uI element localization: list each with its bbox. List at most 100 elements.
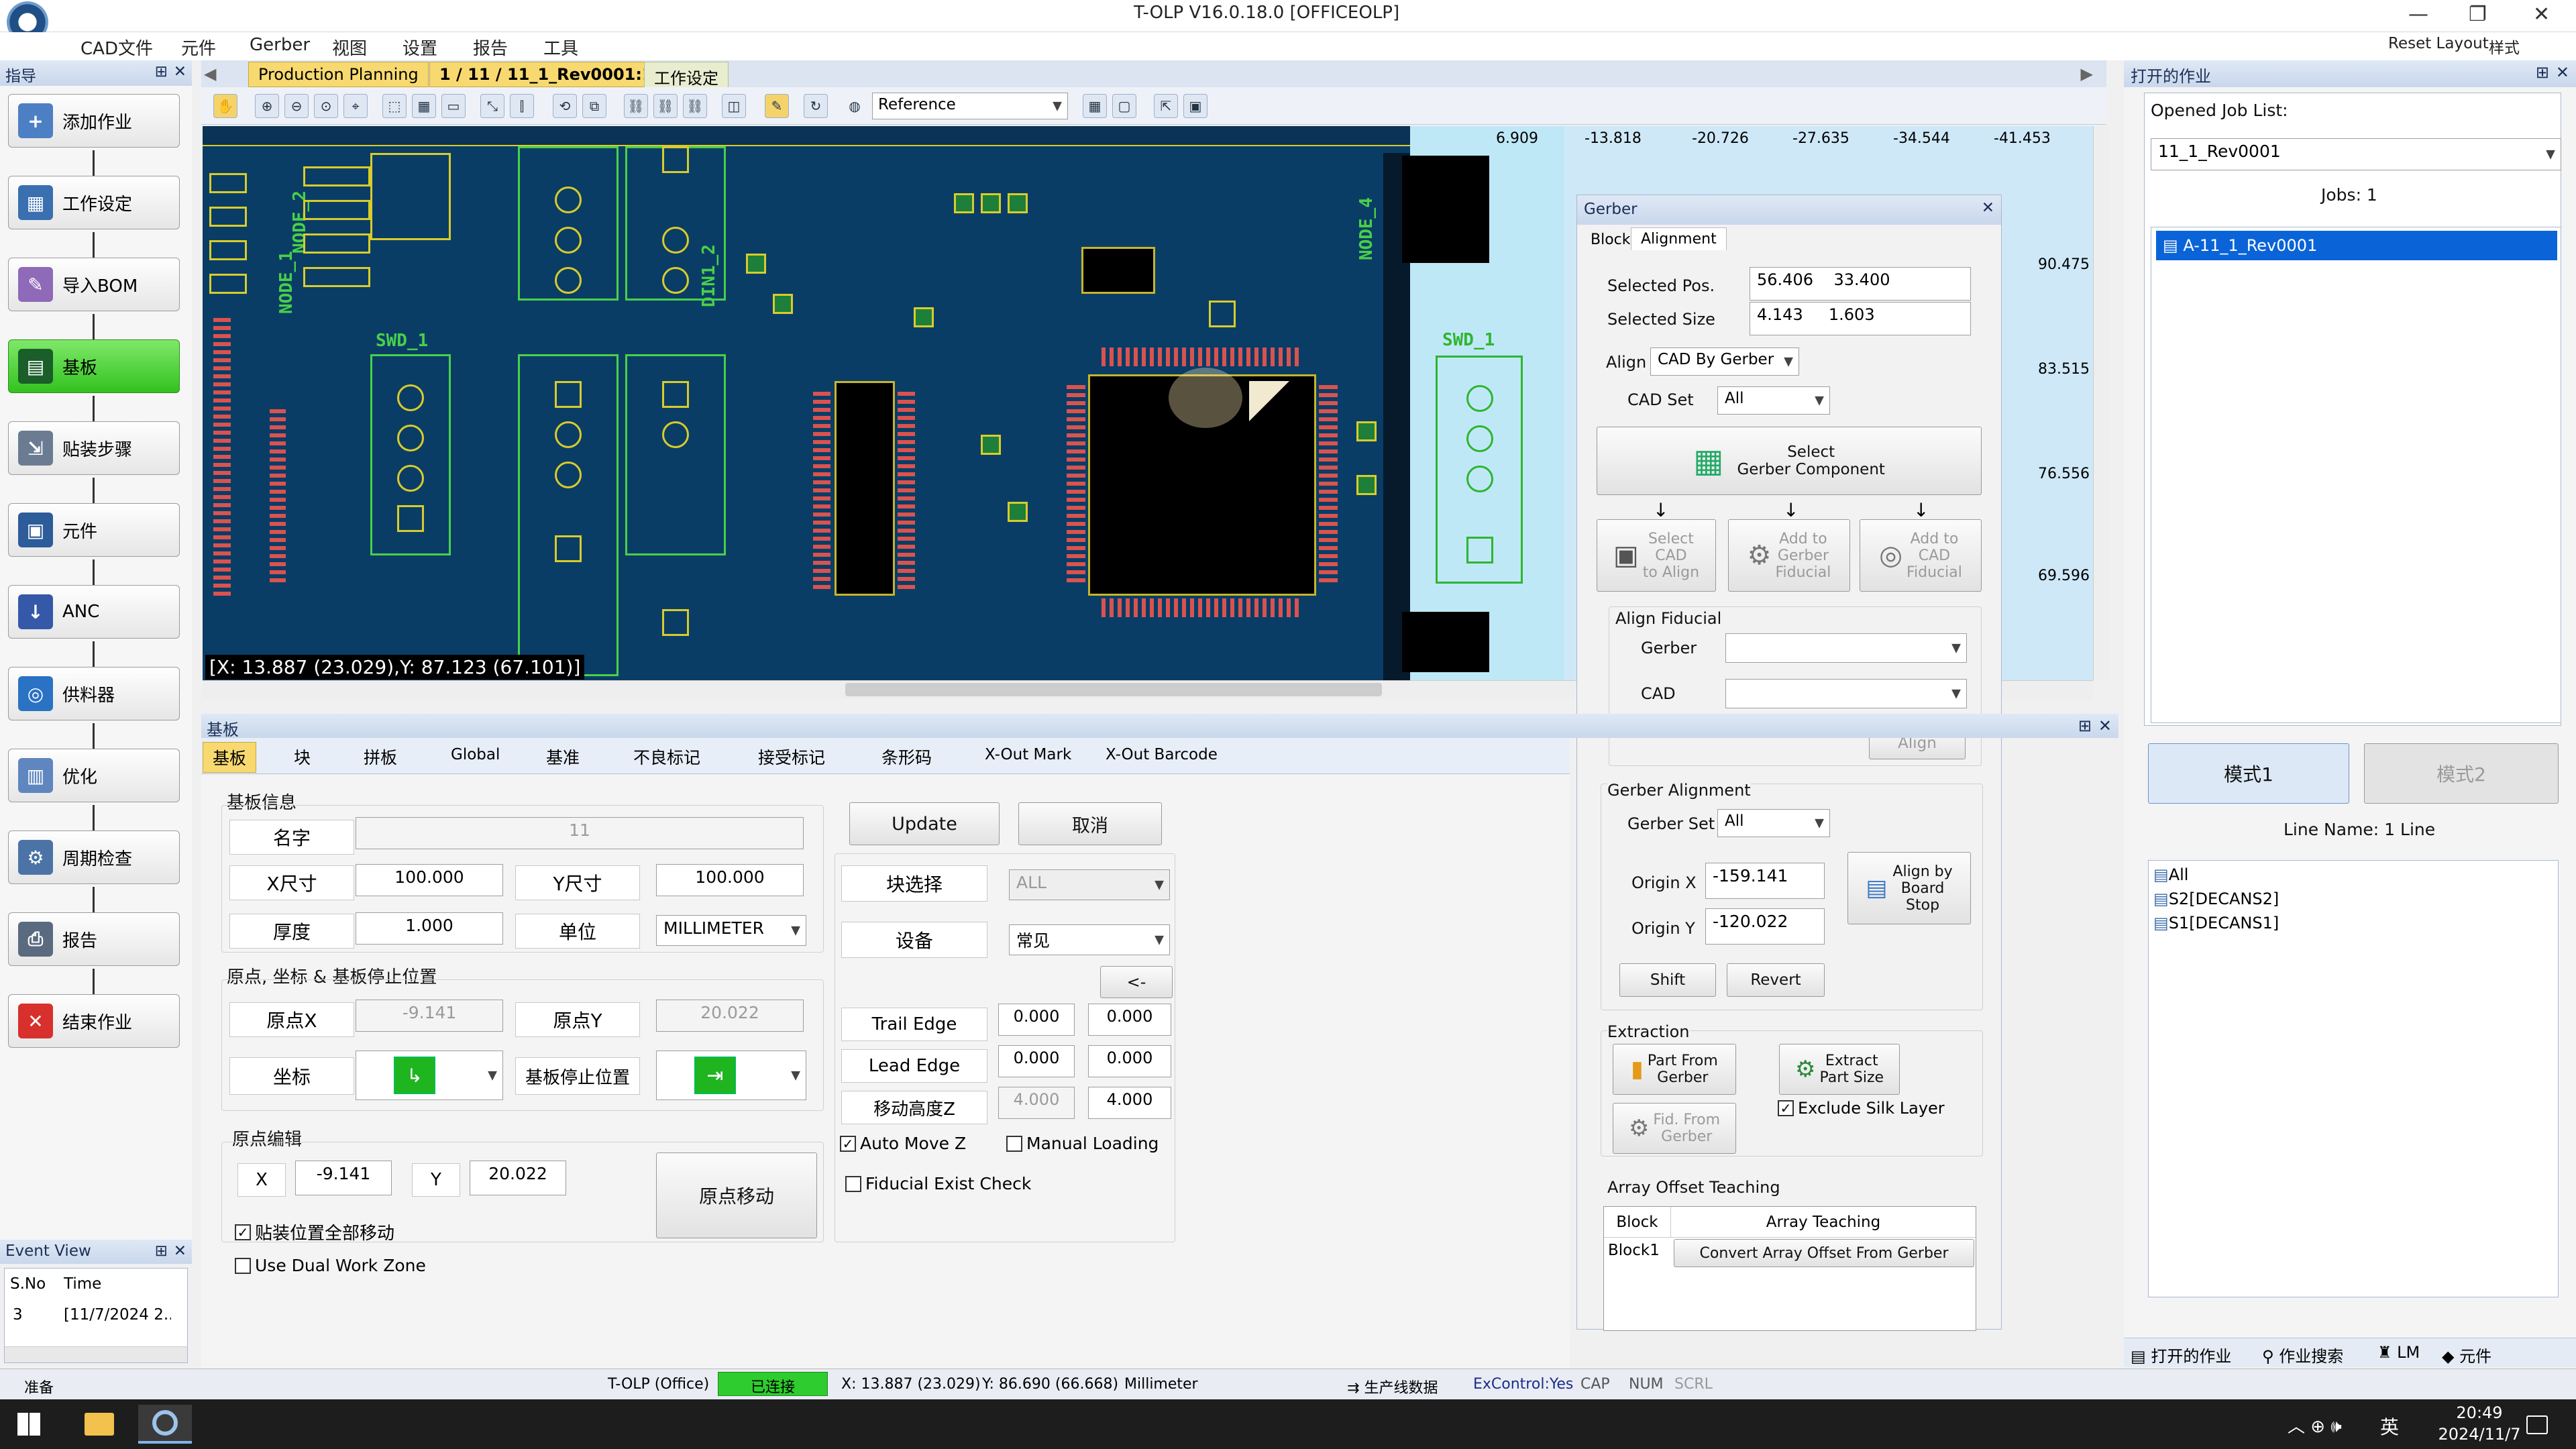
tree-item-s1[interactable]: ▤S1[DECANS1] <box>2153 914 2279 932</box>
lead-edge-input-2[interactable]: 0.000 <box>1088 1045 1171 1077</box>
menu-component[interactable]: 元件 <box>181 35 216 60</box>
windows-start-icon[interactable] <box>17 1413 40 1436</box>
step-anc[interactable]: ↓ ANC <box>8 585 180 639</box>
tree-item-all[interactable]: ▤All <box>2153 865 2188 884</box>
globe-icon[interactable]: ◍ <box>843 94 867 118</box>
close-icon[interactable]: ✕ <box>2098 716 2112 735</box>
cad-set-select[interactable]: All ▼ <box>1717 386 1830 415</box>
stop-position-select[interactable]: ⇥ ▼ <box>656 1051 806 1100</box>
manual-loading-checkbox[interactable]: Manual Loading <box>1006 1134 1159 1153</box>
cancel-button[interactable]: 取消 <box>1018 802 1162 845</box>
tab-production-planning[interactable]: Production Planning <box>248 62 429 87</box>
trail-edge-input-2[interactable]: 0.000 <box>1088 1004 1171 1036</box>
tab-fiducial[interactable]: 基准 <box>537 742 589 771</box>
menu-report[interactable]: 报告 <box>473 35 508 60</box>
step-optimize[interactable]: ▥ 优化 <box>8 749 180 802</box>
mode1-button[interactable]: 模式1 <box>2148 743 2349 804</box>
reference-select[interactable]: Reference ▼ <box>872 93 1068 119</box>
origin-move-button[interactable]: 原点移动 <box>656 1152 817 1238</box>
reset-layout-link[interactable]: Reset Layout <box>2388 35 2489 52</box>
move-height-input-2[interactable]: 4.000 <box>1088 1087 1171 1119</box>
app-taskbar-icon[interactable] <box>138 1405 192 1444</box>
export-icon[interactable]: ⇱ <box>1154 94 1178 118</box>
move-all-mounts-checkbox[interactable]: ✓ 贴装位置全部移动 <box>235 1220 394 1244</box>
step-job-setup[interactable]: ▦ 工作设定 <box>8 176 180 229</box>
tray-icons[interactable]: ︿ ⊕ 🕪 <box>2288 1413 2342 1438</box>
trail-edge-input-1[interactable]: 0.000 <box>998 1004 1075 1036</box>
menu-gerber[interactable]: Gerber <box>250 35 310 55</box>
hand-tool-icon[interactable]: ✋ <box>213 94 237 118</box>
rotate-icon[interactable]: ⟲ <box>553 94 577 118</box>
refresh-icon[interactable]: ↻ <box>804 94 828 118</box>
pen-icon[interactable]: ✎ <box>765 94 789 118</box>
frame-icon[interactable]: ▢ <box>1112 94 1136 118</box>
step-board[interactable]: ▤ 基板 <box>8 339 180 393</box>
chain-icon[interactable]: ⛓ <box>683 94 707 118</box>
select-cad-to-align-button[interactable]: ▣ Select CAD to Align <box>1597 519 1716 592</box>
unlink-icon[interactable]: ⛓ <box>653 94 678 118</box>
close-icon[interactable]: ✕ <box>174 1242 186 1260</box>
tab-scroll-left-icon[interactable]: ◀ <box>204 64 216 83</box>
vertical-scrollbar[interactable] <box>2093 126 2109 680</box>
step-add-job[interactable]: + 添加作业 <box>8 94 180 148</box>
fid-from-gerber-button[interactable]: ⚙ Fid. From Gerber <box>1613 1103 1736 1154</box>
lead-edge-input-1[interactable]: 0.000 <box>998 1045 1075 1077</box>
close-icon[interactable]: ✕ <box>174 63 186 80</box>
close-icon[interactable]: ✕ <box>1982 199 1994 217</box>
name-field[interactable]: 11 <box>356 817 804 849</box>
move-height-input-1[interactable]: 4.000 <box>998 1087 1075 1119</box>
part-from-gerber-button[interactable]: ▮ Part From Gerber <box>1613 1044 1736 1095</box>
notification-icon[interactable] <box>2526 1415 2548 1434</box>
tab-board[interactable]: 基板 <box>203 742 257 773</box>
zoom-out-icon[interactable]: ⊖ <box>284 94 309 118</box>
tab-alignment[interactable]: Alignment <box>1631 227 1727 250</box>
select-gerber-component-button[interactable]: ▦ Select Gerber Component <box>1597 427 1982 495</box>
step-feeder[interactable]: ◎ 供料器 <box>8 667 180 720</box>
pin-icon[interactable]: ⊞ <box>2536 63 2549 82</box>
pin-icon[interactable]: ⊞ <box>2078 716 2092 735</box>
measure-icon[interactable]: ⤡ <box>480 94 504 118</box>
step-cycle-check[interactable]: ⚙ 周期检查 <box>8 830 180 884</box>
zoom-fit-icon[interactable]: ⌖ <box>343 94 368 118</box>
close-button[interactable]: ✕ <box>2533 3 2550 26</box>
back-arrow-button[interactable]: <- <box>1100 966 1173 998</box>
align-select[interactable]: CAD By Gerber ▼ <box>1650 347 1799 376</box>
calendar-icon[interactable]: ▦ <box>412 94 436 118</box>
file-explorer-icon[interactable] <box>85 1413 114 1436</box>
maximize-button[interactable]: ❐ <box>2469 3 2487 26</box>
image-icon[interactable]: ▣ <box>1183 94 1208 118</box>
tab-open-jobs[interactable]: ▤ 打开的作业 <box>2131 1343 2231 1366</box>
auto-move-z-checkbox[interactable]: ✓ Auto Move Z <box>840 1134 966 1153</box>
gerber-set-select[interactable]: All ▼ <box>1717 809 1830 837</box>
close-icon[interactable]: ✕ <box>2556 63 2569 82</box>
y-size-input[interactable]: 100.000 <box>656 864 804 896</box>
device-select[interactable]: 常见 ▼ <box>1009 924 1170 955</box>
tab-lm[interactable]: ♜ LM <box>2377 1343 2420 1362</box>
cad-fiducial-select[interactable]: ▼ <box>1725 679 1967 708</box>
align-by-board-stop-button[interactable]: ▤ Align by Board Stop <box>1847 852 1971 924</box>
tab-component[interactable]: ◆ 元件 <box>2442 1343 2491 1366</box>
menu-view[interactable]: 视图 <box>332 35 367 60</box>
dual-work-zone-checkbox[interactable]: Use Dual Work Zone <box>235 1256 426 1275</box>
job-list-item[interactable]: ▤ A-11_1_Rev0001 <box>2156 231 2557 260</box>
step-component[interactable]: ▣ 元件 <box>8 503 180 557</box>
tab-global[interactable]: Global <box>441 743 509 766</box>
tab-block[interactable]: 块 <box>284 742 320 771</box>
minimize-button[interactable]: — <box>2408 3 2428 26</box>
tree-item-s2[interactable]: ▤S2[DECANS2] <box>2153 890 2279 908</box>
origin-x-input[interactable]: -159.141 <box>1705 863 1825 899</box>
tab-panel[interactable]: 拼板 <box>354 742 407 771</box>
tab-scroll-right-icon[interactable]: ▶ <box>2081 64 2093 83</box>
align-icon[interactable]: ⫿ <box>510 94 534 118</box>
shift-button[interactable]: Shift <box>1619 963 1716 997</box>
thickness-input[interactable]: 1.000 <box>356 912 503 945</box>
layer-icon[interactable]: ▭ <box>441 94 466 118</box>
menu-settings[interactable]: 设置 <box>402 35 437 60</box>
pcb-canvas[interactable]: NODE_1 NODE_2 SWD_1 DIN1_2 NODE_4 [X: 13… <box>203 126 1410 680</box>
add-to-cad-fiducial-button[interactable]: ◎ Add to CAD Fiducial <box>1860 519 1982 592</box>
convert-array-offset-button[interactable]: Convert Array Offset From Gerber <box>1674 1239 1974 1267</box>
menu-tools[interactable]: 工具 <box>543 35 578 60</box>
gerber-fiducial-select[interactable]: ▼ <box>1725 633 1967 663</box>
zoom-in-icon[interactable]: ⊕ <box>255 94 279 118</box>
revert-button[interactable]: Revert <box>1727 963 1825 997</box>
